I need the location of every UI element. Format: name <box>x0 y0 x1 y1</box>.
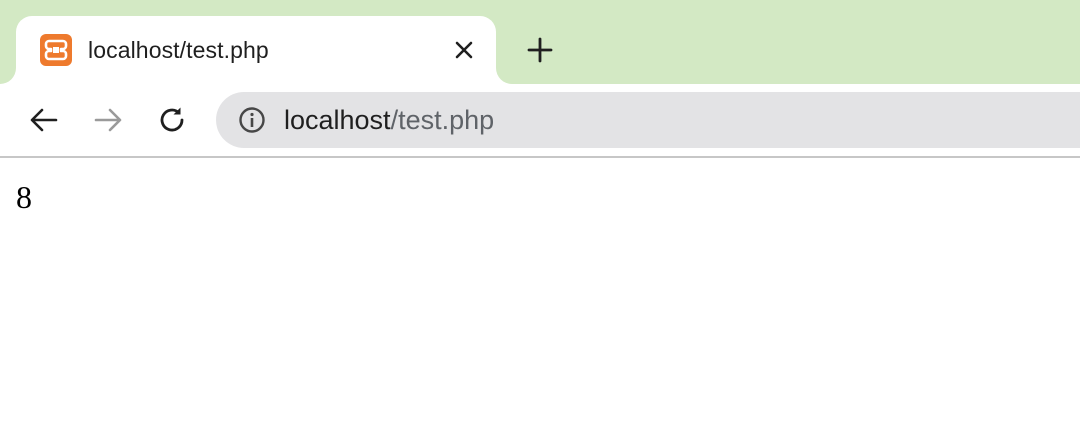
toolbar-divider <box>0 156 1080 158</box>
browser-window: localhost/test.php localhost/test.php 8 <box>0 0 1080 440</box>
url-path: /test.php <box>390 105 495 135</box>
tab-title: localhost/test.php <box>88 37 269 63</box>
tab-strip: localhost/test.php <box>0 0 1080 84</box>
address-bar[interactable]: localhost/test.php <box>216 92 1080 148</box>
url-text[interactable]: localhost/test.php <box>284 105 494 135</box>
info-icon[interactable] <box>238 106 266 134</box>
url-host: localhost <box>284 105 391 135</box>
arrow-left-icon[interactable] <box>28 104 60 136</box>
reload-icon[interactable] <box>156 104 188 136</box>
toolbar: localhost/test.php <box>0 84 1080 156</box>
page-body-text: 8 <box>16 179 32 215</box>
close-icon[interactable] <box>452 38 476 62</box>
active-tab[interactable]: localhost/test.php <box>16 16 496 84</box>
arrow-right-icon[interactable] <box>92 104 124 136</box>
plus-icon[interactable] <box>526 36 554 64</box>
xampp-icon <box>40 34 72 66</box>
